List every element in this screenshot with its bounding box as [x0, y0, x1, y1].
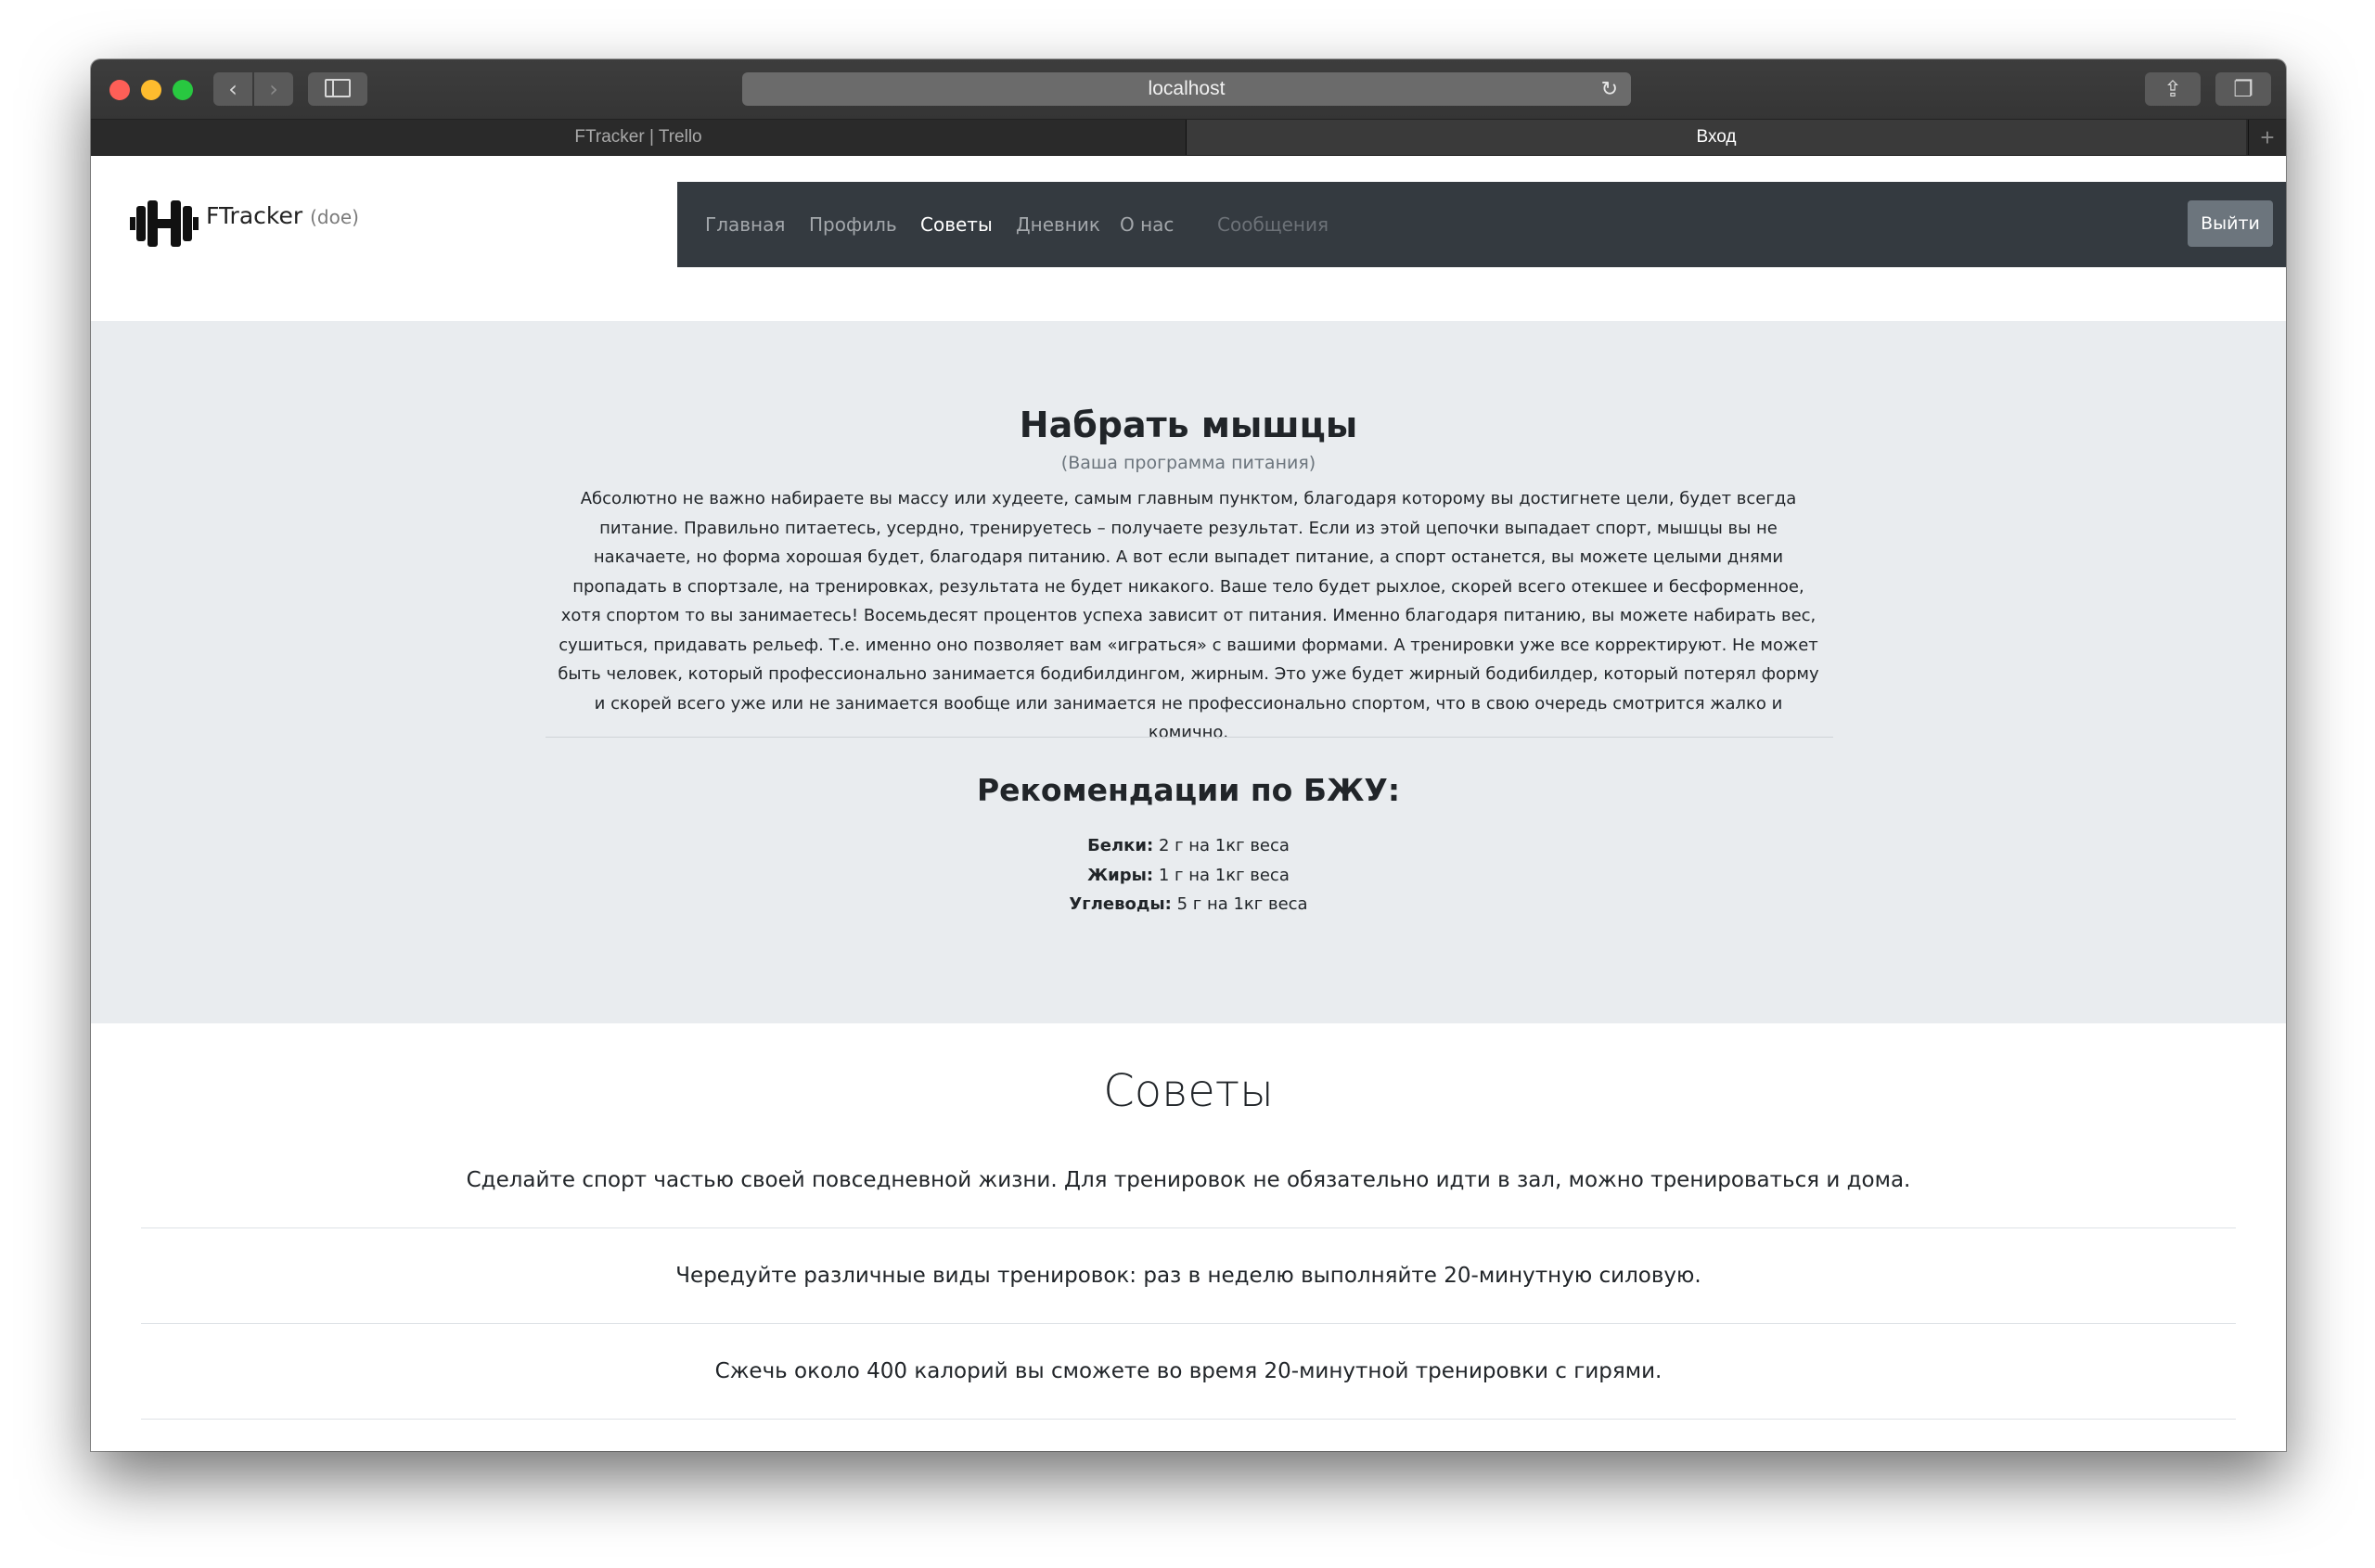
- share-button[interactable]: ⇪: [2145, 72, 2201, 106]
- share-icon: ⇪: [2163, 76, 2183, 102]
- logout-button[interactable]: Выйти: [2188, 200, 2273, 247]
- address-url: localhost: [1148, 78, 1226, 99]
- nav-diary[interactable]: Дневник: [1016, 182, 1100, 267]
- brand-name: FTracker: [206, 202, 303, 229]
- sidebar-icon: [325, 79, 351, 97]
- tabs-icon: ❐: [2233, 76, 2253, 102]
- macro-value: 1 г на 1кг веса: [1158, 865, 1290, 885]
- browser-tab-active[interactable]: Вход: [1187, 120, 2246, 155]
- macro-item-protein: Белки: 2 г на 1кг веса: [91, 831, 2286, 861]
- sidebar-toggle-button[interactable]: [308, 72, 367, 106]
- macro-item-carbs: Углеводы: 5 г на 1кг веса: [91, 890, 2286, 919]
- tips-heading: Советы: [1103, 1065, 1274, 1117]
- browser-tab[interactable]: FTracker | Trello: [91, 120, 1187, 155]
- close-window-button[interactable]: [109, 80, 130, 100]
- tip-item: Чередуйте различные виды тренировок: раз…: [141, 1228, 2236, 1324]
- back-button[interactable]: ‹: [213, 72, 252, 106]
- nav-about[interactable]: О нас: [1120, 182, 1174, 267]
- main-navbar: Главная Профиль Советы Дневник О нас Соо…: [677, 182, 2286, 267]
- brand[interactable]: FTracker (doe): [206, 202, 359, 229]
- address-bar[interactable]: localhost ↻: [742, 72, 1631, 106]
- macro-item-fat: Жиры: 1 г на 1кг веса: [91, 861, 2286, 891]
- minimize-window-button[interactable]: [141, 80, 161, 100]
- nav-home[interactable]: Главная: [705, 182, 785, 267]
- browser-window: ‹ › localhost ↻ ⇪ ❐ FTracker | Trello Вх…: [91, 59, 2286, 1451]
- tip-item: Сделайте спорт частью своей повседневной…: [141, 1133, 2236, 1228]
- maximize-window-button[interactable]: [173, 80, 193, 100]
- dumbbell-logo-icon[interactable]: [130, 199, 199, 249]
- tip-item: Сжечь около 400 калорий вы сможете во вр…: [141, 1324, 2236, 1420]
- reload-icon[interactable]: ↻: [1601, 72, 1618, 106]
- browser-titlebar: ‹ › localhost ↻ ⇪ ❐: [91, 59, 2286, 120]
- forward-button[interactable]: ›: [254, 72, 293, 106]
- program-title: Набрать мышцы: [1019, 405, 1358, 445]
- nav-profile[interactable]: Профиль: [809, 182, 897, 267]
- nav-tips[interactable]: Советы: [920, 182, 993, 267]
- nav-messages: Сообщения: [1217, 213, 1329, 236]
- nutrition-jumbotron: Набрать мышцы (Ваша программа питания) А…: [91, 321, 2286, 1023]
- macro-value: 5 г на 1кг веса: [1176, 894, 1308, 914]
- macro-list: Белки: 2 г на 1кг веса Жиры: 1 г на 1кг …: [91, 831, 2286, 919]
- web-page: FTracker (doe) Главная Профиль Советы Дн…: [91, 156, 2286, 1451]
- browser-tabbar: FTracker | Trello Вход +: [91, 120, 2286, 156]
- macro-value: 2 г на 1кг веса: [1158, 836, 1290, 855]
- username: (doe): [310, 206, 359, 228]
- program-subtitle: (Ваша программа питания): [1060, 453, 1316, 473]
- macro-label: Углеводы:: [1069, 894, 1172, 914]
- tab-overview-button[interactable]: ❐: [2215, 72, 2271, 106]
- macro-label: Белки:: [1087, 836, 1154, 855]
- program-description: Абсолютно не важно набираете вы массу ил…: [558, 489, 1819, 742]
- new-tab-button[interactable]: +: [2248, 120, 2286, 155]
- macro-label: Жиры:: [1087, 865, 1154, 885]
- recommendations-title: Рекомендации по БЖУ:: [976, 772, 1401, 808]
- site-header: FTracker (doe) Главная Профиль Советы Дн…: [91, 156, 2286, 293]
- chevron-right-icon: ›: [269, 76, 278, 102]
- chevron-left-icon: ‹: [228, 76, 238, 102]
- divider: [546, 737, 1833, 738]
